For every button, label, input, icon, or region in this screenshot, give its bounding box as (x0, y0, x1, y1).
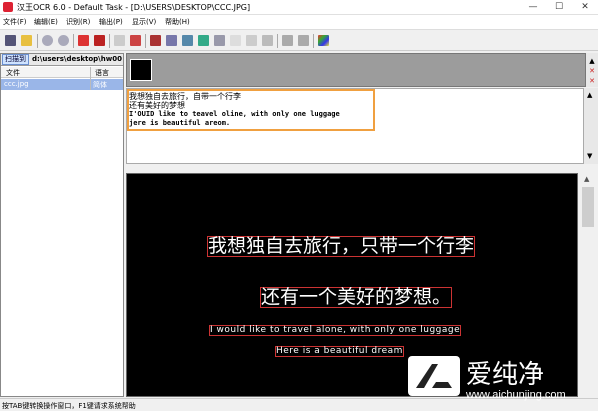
column-file[interactable]: 文件 (6, 68, 20, 78)
scan-icon[interactable] (4, 34, 17, 47)
colorful-icon[interactable] (317, 34, 330, 47)
page-thumbnail[interactable] (130, 59, 152, 81)
menu-output[interactable]: 输出(P) (99, 17, 123, 27)
ocr-region-line-2[interactable]: 还有一个美好的梦想。 (260, 287, 453, 308)
close-button[interactable]: ✕ (572, 0, 598, 15)
toolbar (0, 29, 598, 51)
zoom-out-icon[interactable] (57, 34, 70, 47)
file-language: 简体 (93, 81, 107, 89)
column-divider[interactable] (90, 67, 91, 90)
toolbar-separator (313, 34, 314, 48)
crop-icon[interactable] (245, 34, 258, 47)
ocr-region-line-3[interactable]: I would like to travel alone, with only … (209, 325, 462, 336)
menu-help[interactable]: 帮助(H) (165, 17, 190, 27)
red-ocr-icon[interactable] (93, 34, 106, 47)
minimize-button[interactable]: — (520, 0, 546, 15)
menu-view[interactable]: 显示(V) (132, 17, 156, 27)
toolbar-separator (73, 34, 74, 48)
watermark: 爱纯净 www.aichunjing.com (408, 354, 598, 411)
table-icon[interactable] (165, 34, 178, 47)
menu-recognize[interactable]: 识别(R) (66, 17, 90, 27)
file-row[interactable]: ccc.jpg 简体 (1, 79, 123, 90)
copy-icon[interactable] (113, 34, 126, 47)
folder-path: d:\users\desktop\hw00 (32, 55, 122, 63)
select-icon[interactable] (213, 34, 226, 47)
ocr-region-line-4[interactable]: Here is a beautiful dream (275, 346, 404, 357)
grid-icon[interactable] (181, 34, 194, 47)
scroll-up-icon[interactable]: ▲ (588, 57, 596, 65)
text-scrollbar[interactable]: ▲ ▼ (584, 88, 598, 164)
watermark-brand: 爱纯净 (466, 360, 545, 390)
scroll-up-icon[interactable]: ▲ (587, 91, 592, 99)
app-icon (3, 2, 13, 12)
watermark-url: www.aichunjing.com (466, 389, 566, 401)
file-list-header: 文件 语言 (1, 67, 123, 78)
toolbar-separator (277, 34, 278, 48)
pen-icon[interactable] (261, 34, 274, 47)
page-icon[interactable] (129, 34, 142, 47)
close-thumb-icon[interactable]: ✕ (588, 67, 596, 75)
toolbar-separator (37, 34, 38, 48)
column-language[interactable]: 语言 (95, 68, 109, 78)
recognized-text-editor[interactable]: 我想独自去旅行，自带一个行李 还有美好的梦想 I'OUID like to te… (126, 88, 584, 164)
menu-edit[interactable]: 编辑(E) (34, 17, 58, 27)
menu-file[interactable]: 文件(F) (3, 17, 27, 27)
open-folder-icon[interactable] (20, 34, 33, 47)
title-bar: 汉王OCR 6.0 - Default Task - [D:\USERS\DES… (0, 0, 598, 15)
eraser-icon[interactable] (77, 34, 90, 47)
thumbnail-strip (126, 53, 586, 87)
text-line: I'OUID like to teavel oline, with only o… (129, 110, 340, 118)
scroll-up-icon[interactable]: ▲ (584, 175, 589, 183)
file-panel-header: 扫描到 d:\users\desktop\hw00 (1, 54, 123, 66)
watermark-logo-icon (408, 356, 460, 396)
file-name: ccc.jpg (4, 80, 29, 88)
scroll-thumb[interactable] (582, 187, 594, 227)
window-title: 汉王OCR 6.0 - Default Task - [D:\USERS\DES… (17, 3, 251, 12)
menu-bar: 文件(F) 编辑(E) 识别(R) 输出(P) 显示(V) 帮助(H) (0, 15, 598, 29)
tab-scan[interactable]: 扫描到 (2, 54, 29, 65)
pointer-icon[interactable] (229, 34, 242, 47)
toolbar-separator (145, 34, 146, 48)
close-all-icon[interactable]: ✕ (588, 77, 596, 85)
forward-icon[interactable] (297, 34, 310, 47)
status-text: 按TAB键转换操作窗口，F1键请求系统帮助 (2, 402, 136, 410)
toolbar-separator (109, 34, 110, 48)
maximize-button[interactable]: ☐ (546, 0, 572, 15)
thumbnail-scrollbar[interactable]: ▲ ✕ ✕ (586, 53, 598, 87)
back-icon[interactable] (281, 34, 294, 47)
scroll-down-icon[interactable]: ▼ (587, 152, 592, 160)
zoom-in-icon[interactable] (41, 34, 54, 47)
text-line: jere is beautiful areom. (129, 119, 231, 127)
layout-icon[interactable] (149, 34, 162, 47)
ocr-region-line-1[interactable]: 我想独自去旅行，只带一个行李 (207, 236, 476, 257)
file-panel: 扫描到 d:\users\desktop\hw00 文件 语言 ccc.jpg … (0, 53, 124, 397)
image-icon[interactable] (197, 34, 210, 47)
